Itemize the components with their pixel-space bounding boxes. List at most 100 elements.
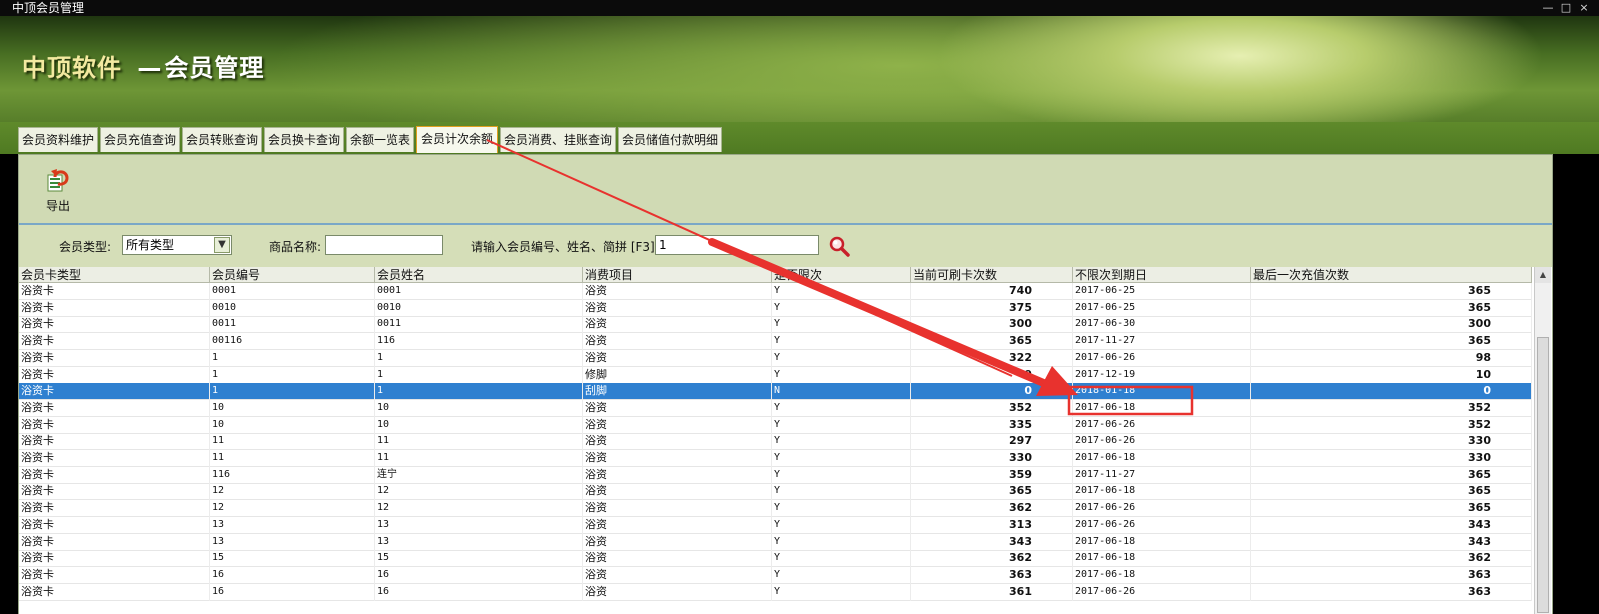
- cell-card-type: 浴资卡: [19, 283, 210, 300]
- cell-remaining-count: 365: [911, 333, 1073, 351]
- table-row[interactable]: 浴资卡 0011 0011 浴资 Y 300 2017-06-30 300: [19, 316, 1532, 334]
- cell-expiry-date: 2017-06-26: [1073, 416, 1251, 434]
- cell-consume-item: 修脚: [583, 366, 772, 384]
- tab-card-change-query[interactable]: 会员换卡查询: [264, 127, 344, 152]
- column-header-consume-item[interactable]: 消费项目: [583, 267, 772, 283]
- table-row[interactable]: 浴资卡 11 11 浴资 Y 330 2017-06-18 330: [19, 450, 1532, 467]
- app-window: 中顶会员管理 — □ × 中顶软件 —会员管理 会员资料维护 会员充值查询 会员…: [0, 0, 1599, 614]
- cell-remaining-count: 375: [911, 299, 1073, 317]
- table-row[interactable]: 浴资卡 12 12 浴资 Y 362 2017-06-26 365: [19, 500, 1532, 518]
- product-name-label: 商品名称:: [269, 240, 322, 254]
- tab-consumption-query[interactable]: 会员消费、挂账查询: [500, 127, 616, 152]
- cell-member-id: 11: [210, 433, 375, 451]
- cell-remaining-count: 330: [911, 450, 1073, 467]
- column-header-last-recharge-count[interactable]: 最后一次充值次数: [1251, 267, 1532, 283]
- tab-balance-list[interactable]: 余额一览表: [346, 127, 414, 152]
- cell-remaining-count: 0: [911, 383, 1073, 401]
- column-header-member-name[interactable]: 会员姓名: [375, 267, 583, 283]
- cell-last-recharge-count: 362: [1251, 550, 1532, 568]
- table-row[interactable]: 浴资卡 0010 0010 浴资 Y 375 2017-06-25 365: [19, 299, 1532, 317]
- cell-last-recharge-count: 363: [1251, 583, 1532, 601]
- cell-remaining-count: 740: [911, 283, 1073, 300]
- table-row[interactable]: 浴资卡 10 10 浴资 Y 352 2017-06-18 352: [19, 399, 1532, 417]
- cell-expiry-date: 2017-06-26: [1073, 516, 1251, 534]
- cell-member-id: 1: [210, 383, 375, 401]
- tab-recharge-query[interactable]: 会员充值查询: [100, 127, 180, 152]
- column-header-expiry-date[interactable]: 不限次到期日: [1073, 267, 1251, 283]
- header-banner: 中顶软件 —会员管理: [0, 16, 1599, 122]
- table-row[interactable]: 浴资卡 1 1 浴资 Y 322 2017-06-26 98: [19, 349, 1532, 367]
- cell-card-type: 浴资卡: [19, 483, 210, 501]
- table-row[interactable]: 浴资卡 11 11 浴资 Y 297 2017-06-26 330: [19, 433, 1532, 451]
- cell-last-recharge-count: 343: [1251, 516, 1532, 534]
- cell-member-name: 10: [375, 416, 583, 434]
- cell-card-type: 浴资卡: [19, 416, 210, 434]
- table-row[interactable]: 浴资卡 0001 0001 浴资 Y 740 2017-06-25 365: [19, 283, 1532, 300]
- cell-remaining-count: 343: [911, 533, 1073, 551]
- cell-member-name: 0001: [375, 283, 583, 300]
- cell-card-type: 浴资卡: [19, 349, 210, 367]
- cell-card-type: 浴资卡: [19, 299, 210, 317]
- scroll-up-icon[interactable]: ▲: [1535, 267, 1551, 283]
- table-row[interactable]: 浴资卡 16 16 浴资 Y 363 2017-06-18 363: [19, 566, 1532, 584]
- tab-count-balance[interactable]: 会员计次余额: [416, 126, 498, 153]
- cell-member-name: 连宁: [375, 466, 583, 484]
- vertical-scrollbar[interactable]: ▲: [1534, 267, 1551, 614]
- table-row[interactable]: 浴资卡 16 16 浴资 Y 361 2017-06-26 363: [19, 583, 1532, 601]
- column-header-limited-flag[interactable]: 是否限次: [772, 267, 911, 283]
- restore-icon[interactable]: □: [1559, 0, 1573, 16]
- cell-remaining-count: 297: [911, 433, 1073, 451]
- table-row[interactable]: 浴资卡 15 15 浴资 Y 362 2017-06-18 362: [19, 550, 1532, 568]
- scroll-thumb[interactable]: [1537, 337, 1549, 613]
- member-search-input[interactable]: 1: [655, 235, 819, 255]
- column-header-card-type[interactable]: 会员卡类型: [19, 267, 210, 283]
- cell-expiry-date: 2017-06-18: [1073, 483, 1251, 501]
- export-label: 导出: [45, 199, 70, 213]
- cell-expiry-date: 2017-06-18: [1073, 566, 1251, 584]
- cell-consume-item: 浴资: [583, 466, 772, 484]
- minimize-icon[interactable]: —: [1541, 0, 1555, 16]
- toolbar: 导出: [19, 155, 1552, 225]
- table-row[interactable]: 浴资卡 10 10 浴资 Y 335 2017-06-26 352: [19, 416, 1532, 434]
- table-row[interactable]: 浴资卡 116 连宁 浴资 Y 359 2017-11-27 365: [19, 466, 1532, 484]
- table-row[interactable]: 浴资卡 12 12 浴资 Y 365 2017-06-18 365: [19, 483, 1532, 501]
- cell-remaining-count: 335: [911, 416, 1073, 434]
- cell-last-recharge-count: 330: [1251, 450, 1532, 467]
- cell-consume-item: 浴资: [583, 500, 772, 518]
- close-icon[interactable]: ×: [1577, 0, 1591, 16]
- cell-expiry-date: 2017-06-26: [1073, 583, 1251, 601]
- tab-transfer-query[interactable]: 会员转账查询: [182, 127, 262, 152]
- table-row[interactable]: 浴资卡 1 1 修脚 Y 9 2017-12-19 10: [19, 366, 1532, 384]
- table-row[interactable]: 浴资卡 13 13 浴资 Y 343 2017-06-18 343: [19, 533, 1532, 551]
- cell-expiry-date: 2017-06-25: [1073, 283, 1251, 300]
- member-type-select[interactable]: 所有类型 ▼: [122, 235, 232, 255]
- cell-remaining-count: 363: [911, 566, 1073, 584]
- table-row[interactable]: 浴资卡 1 1 刮脚 N 0 2018-01-18 0: [19, 383, 1532, 401]
- cell-limited-flag: Y: [772, 283, 911, 300]
- cell-card-type: 浴资卡: [19, 450, 210, 467]
- cell-remaining-count: 313: [911, 516, 1073, 534]
- column-header-remaining-count[interactable]: 当前可刷卡次数: [911, 267, 1073, 283]
- export-button[interactable]: 导出: [41, 167, 75, 215]
- cell-limited-flag: Y: [772, 316, 911, 334]
- tab-member-info[interactable]: 会员资料维护: [18, 127, 98, 152]
- cell-limited-flag: Y: [772, 550, 911, 568]
- excel-export-icon: [47, 169, 69, 192]
- cell-member-id: 16: [210, 583, 375, 601]
- chevron-down-icon[interactable]: ▼: [214, 237, 230, 253]
- cell-last-recharge-count: 98: [1251, 349, 1532, 367]
- cell-last-recharge-count: 352: [1251, 416, 1532, 434]
- filter-bar: 会员类型: 所有类型 ▼ 商品名称: 请输入会员编号、姓名、简拼 [F3] 1: [19, 227, 1552, 265]
- cell-member-id: 10: [210, 399, 375, 417]
- member-type-value: 所有类型: [126, 238, 175, 252]
- table-row[interactable]: 浴资卡 13 13 浴资 Y 313 2017-06-26 343: [19, 516, 1532, 534]
- product-name-input[interactable]: [325, 235, 443, 255]
- table-row[interactable]: 浴资卡 00116 116 浴资 Y 365 2017-11-27 365: [19, 333, 1532, 351]
- column-header-member-id[interactable]: 会员编号: [210, 267, 375, 283]
- cell-member-id: 0001: [210, 283, 375, 300]
- tab-stored-value-detail[interactable]: 会员储值付款明细: [618, 127, 722, 152]
- cell-expiry-date: 2017-06-18: [1073, 399, 1251, 417]
- cell-card-type: 浴资卡: [19, 433, 210, 451]
- magnifier-icon[interactable]: [828, 235, 850, 257]
- content-panel: 导出 会员类型: 所有类型 ▼ 商品名称: 请输入会员编号、姓名、简拼 [F3]…: [18, 154, 1553, 614]
